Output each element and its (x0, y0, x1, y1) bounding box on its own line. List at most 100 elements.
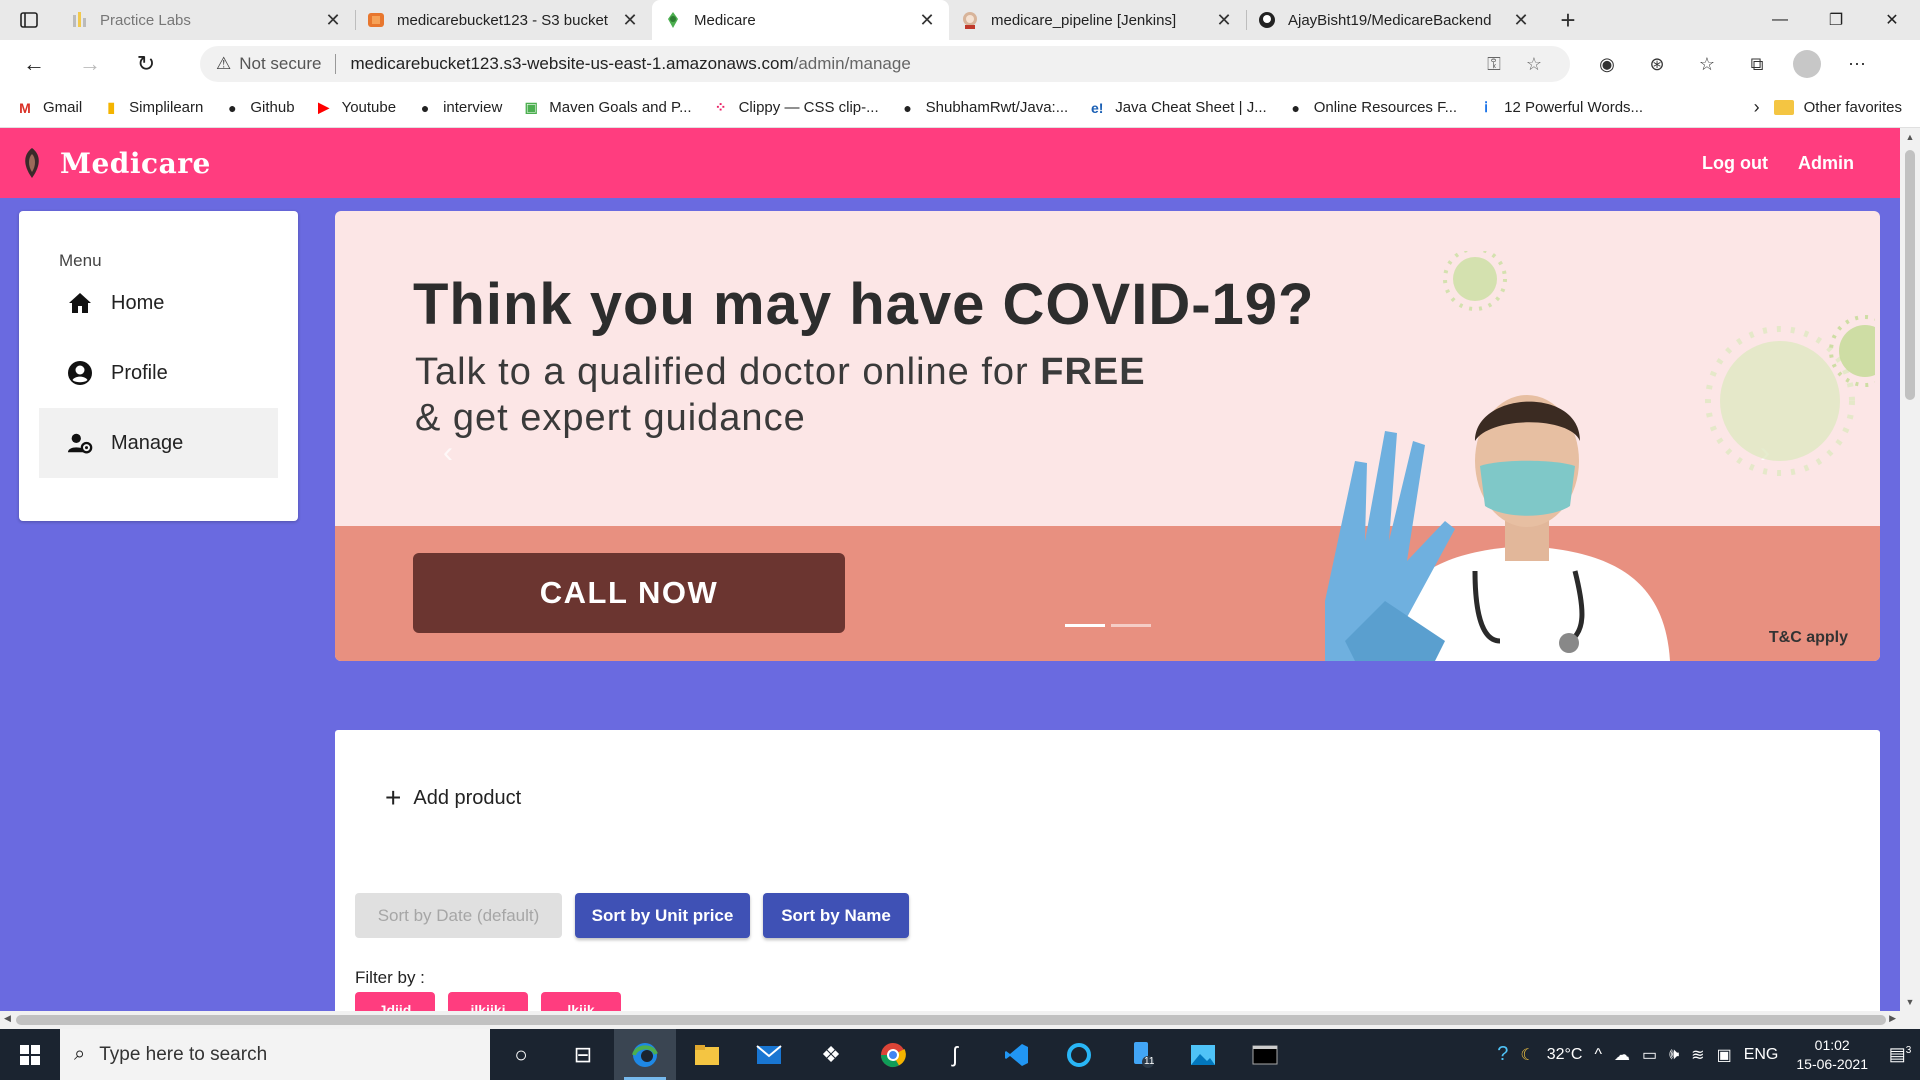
sort-by-name-button[interactable]: Sort by Name (763, 893, 909, 938)
notification-center-icon[interactable]: ▤3 (1880, 1044, 1920, 1065)
browser-tab[interactable]: Practice Labs ✕ (58, 0, 355, 40)
help-icon[interactable]: ? (1497, 1043, 1508, 1066)
chevron-up-icon[interactable]: ^ (1594, 1046, 1602, 1064)
favorites-icon[interactable]: ☆ (1682, 46, 1732, 82)
filter-label: Filter by : (355, 968, 425, 987)
cortana-icon[interactable]: ○ (490, 1029, 552, 1080)
bookmark-item[interactable]: ⁘ Clippy — CSS clip-... (712, 99, 879, 117)
close-tab-icon[interactable]: ✕ (323, 10, 343, 31)
task-view-icon[interactable]: ⊟ (552, 1029, 614, 1080)
close-tab-icon[interactable]: ✕ (620, 10, 640, 31)
scroll-left-icon[interactable]: ◀ (4, 1013, 11, 1024)
close-window-button[interactable]: ✕ (1864, 0, 1920, 40)
carousel-prev-icon[interactable]: ‹ (443, 436, 453, 470)
scrollbar-thumb[interactable] (1905, 150, 1915, 400)
brand-logo[interactable]: Medicare (18, 146, 211, 180)
logout-link[interactable]: Log out (1702, 153, 1768, 174)
start-button[interactable] (0, 1029, 60, 1080)
display-icon[interactable]: ▣ (1717, 1045, 1732, 1065)
forward-button[interactable]: → (68, 46, 112, 82)
scroll-up-icon[interactable]: ▲ (1900, 132, 1920, 142)
bookmark-item[interactable]: e! Java Cheat Sheet | J... (1088, 99, 1267, 117)
vscode-icon[interactable] (986, 1029, 1048, 1080)
scrollbar-thumb[interactable] (16, 1015, 1886, 1025)
bookmark-item[interactable]: ⅰ 12 Powerful Words... (1477, 99, 1643, 117)
volume-icon[interactable]: 🕪 (1669, 1046, 1679, 1064)
add-product-button[interactable]: + Add product (385, 784, 521, 812)
browser-tab-active[interactable]: Medicare ✕ (652, 0, 949, 40)
tab-actions-button[interactable] (0, 0, 58, 40)
dropbox-icon[interactable]: ❖ (800, 1029, 862, 1080)
weather-icon[interactable]: ☾ (1520, 1045, 1534, 1065)
sort-by-unit-price-button[interactable]: Sort by Unit price (575, 893, 750, 938)
promo-carousel[interactable]: Think you may have COVID-19? Talk to a q… (335, 211, 1880, 661)
call-now-button[interactable]: CALL NOW (413, 553, 845, 633)
plus-icon: + (385, 782, 402, 813)
restore-button[interactable]: ❐ (1808, 0, 1864, 40)
minimize-button[interactable]: — (1752, 0, 1808, 40)
scroll-right-icon[interactable]: ▶ (1889, 1013, 1896, 1024)
terminal-icon[interactable] (1234, 1029, 1296, 1080)
bookmark-item[interactable]: ▶ Youtube (315, 99, 396, 117)
admin-link[interactable]: Admin (1798, 153, 1854, 174)
reload-button[interactable]: ↻ (124, 46, 168, 82)
profile-avatar[interactable] (1793, 50, 1821, 78)
bookmark-item[interactable]: ▣ Maven Goals and P... (522, 99, 692, 117)
bookmark-item[interactable]: M Gmail (16, 99, 82, 117)
sidebar-item-manage[interactable]: Manage (39, 408, 278, 478)
bookmark-label: Java Cheat Sheet | J... (1115, 99, 1267, 116)
weather-temp[interactable]: 32°C (1547, 1046, 1583, 1064)
bookmark-item[interactable]: ● interview (416, 99, 502, 117)
bookmark-item[interactable]: ● ShubhamRwt/Java:... (899, 99, 1068, 117)
onedrive-icon[interactable]: ☁ (1614, 1045, 1630, 1065)
battery-icon[interactable]: ▭ (1642, 1045, 1657, 1065)
browser-tab[interactable]: medicarebucket123 - S3 bucket ✕ (355, 0, 652, 40)
sidebar-item-home[interactable]: Home (39, 268, 278, 338)
more-menu-icon[interactable]: ⋯ (1832, 46, 1882, 82)
alexa-icon[interactable] (1048, 1029, 1110, 1080)
tab-title: Medicare (694, 11, 756, 29)
edge-icon[interactable] (614, 1029, 676, 1080)
filter-chip[interactable]: jlkjjkj (448, 992, 528, 1011)
vertical-scrollbar[interactable]: ▲ ▼ (1900, 128, 1920, 1011)
chevron-right-icon[interactable]: › (1754, 97, 1760, 118)
carousel-indicator-active[interactable] (1065, 624, 1105, 627)
close-tab-icon[interactable]: ✕ (1214, 10, 1234, 31)
github-icon: ● (1291, 99, 1300, 116)
language-indicator[interactable]: ENG (1744, 1046, 1779, 1064)
other-favorites-folder[interactable]: Other favorites (1773, 99, 1902, 116)
sidebar-item-profile[interactable]: Profile (39, 338, 278, 408)
clock[interactable]: 01:02 15-06-2021 (1796, 1036, 1868, 1074)
close-tab-icon[interactable]: ✕ (1511, 10, 1531, 31)
bookmark-item[interactable]: ● Github (223, 99, 294, 117)
address-bar[interactable]: ⚠ Not secure medicarebucket123.s3-websit… (200, 46, 1570, 82)
horizontal-scrollbar[interactable]: ◀ ▶ (0, 1011, 1920, 1029)
mail-icon[interactable] (738, 1029, 800, 1080)
extension-icon[interactable]: ◉ (1582, 46, 1632, 82)
add-favorite-icon[interactable]: ☆ (1514, 54, 1554, 75)
filter-chip[interactable]: Jdjjd (355, 992, 435, 1011)
wifi-icon[interactable]: ≋ (1691, 1045, 1704, 1065)
browser-tab[interactable]: medicare_pipeline [Jenkins] ✕ (949, 0, 1246, 40)
sublime-icon[interactable]: ʃ (924, 1029, 986, 1080)
photos-icon[interactable] (1172, 1029, 1234, 1080)
scroll-down-icon[interactable]: ▼ (1900, 997, 1920, 1007)
medicare-icon (664, 11, 682, 29)
sort-by-date-button[interactable]: Sort by Date (default) (355, 893, 562, 938)
back-button[interactable]: ← (12, 46, 56, 82)
browser-tab[interactable]: AjayBisht19/MedicareBackend ✕ (1246, 0, 1543, 40)
carousel-indicator[interactable] (1111, 624, 1151, 627)
extension-icon[interactable]: ⊛ (1632, 46, 1682, 82)
new-tab-button[interactable]: + (1543, 0, 1593, 40)
key-icon[interactable]: ⚿ (1474, 54, 1514, 75)
chrome-icon[interactable] (862, 1029, 924, 1080)
url-text[interactable]: medicarebucket123.s3-website-us-east-1.a… (350, 54, 1474, 74)
filter-chip[interactable]: lkjjk (541, 992, 621, 1011)
taskbar-search[interactable]: ⌕ Type here to search (60, 1029, 490, 1080)
collections-icon[interactable]: ⧉ (1732, 46, 1782, 82)
file-explorer-icon[interactable] (676, 1029, 738, 1080)
phone-icon[interactable]: 11 (1110, 1029, 1172, 1080)
bookmark-item[interactable]: ▮ Simplilearn (102, 99, 203, 117)
close-tab-icon[interactable]: ✕ (917, 10, 937, 31)
bookmark-item[interactable]: ● Online Resources F... (1287, 99, 1457, 117)
